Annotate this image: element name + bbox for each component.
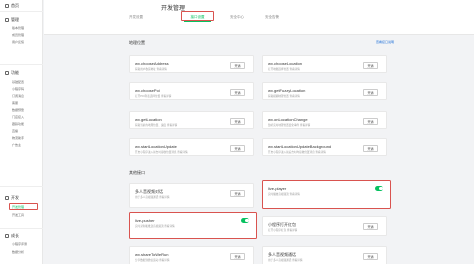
sidebar-section-label: 管理 xyxy=(11,17,19,22)
api-card: wx.getLocation 获取当前的地理位置、速度 查看详情 开通 xyxy=(129,111,254,129)
manage-icon xyxy=(5,18,9,22)
location-doc-link[interactable]: 查看接口说明 xyxy=(376,40,394,44)
api-desc: 打开小程序红包 查看详情 xyxy=(268,229,298,232)
api-desc: 分享数据到微信运动 查看详情 xyxy=(135,259,170,262)
sidebar-section-label: 功能 xyxy=(11,70,19,75)
api-card-live-pusher: live-pusher 实时录制和推送音视频流 查看详情 xyxy=(129,212,257,239)
active-tab-highlight xyxy=(181,11,214,21)
tab-security-alert[interactable]: 安全告警 xyxy=(259,14,285,20)
api-name: wx.chooseLocation xyxy=(268,61,303,66)
api-desc: 实时播放音视频流 查看详情 xyxy=(268,193,300,196)
api-card: wx.getFuzzyLocation 获取模糊地理位置 查看详情 开通 xyxy=(262,82,387,100)
api-name: wx.chooseAddress xyxy=(135,61,169,66)
sidebar-item-live[interactable]: 直播 xyxy=(12,129,18,133)
sidebar-section-manage[interactable]: 管理 xyxy=(5,17,19,23)
api-name: wx.onLocationChange xyxy=(268,117,308,122)
features-icon xyxy=(5,71,9,75)
api-desc: 开启小程序进入前后台时均接收位置消息 查看详情 xyxy=(268,151,326,154)
location-section-title: 地理位置 xyxy=(129,40,145,45)
sidebar-item-store[interactable]: 门店接入 xyxy=(12,115,24,119)
sidebar-section-growth[interactable]: 成长 xyxy=(5,233,19,239)
tab-security-center[interactable]: 安全中心 xyxy=(224,14,250,20)
other-section-title: 其他接口 xyxy=(129,170,145,175)
enable-button[interactable]: 开通 xyxy=(230,118,245,125)
api-name: wx.getFuzzyLocation xyxy=(268,88,306,93)
api-card: wx.chooseAddress 获取用户收货地址 查看详情 开通 xyxy=(129,55,254,73)
sidebar-section-dev[interactable]: 开发 xyxy=(5,195,19,201)
enable-button[interactable]: 开通 xyxy=(363,145,378,152)
api-name: wx.startLocationUpdateBackground xyxy=(268,144,332,149)
enable-button[interactable]: 开通 xyxy=(230,62,245,69)
sidebar-item-logistics[interactable]: 物流助手 xyxy=(12,136,24,140)
api-desc: 用于多人音视频通话 查看详情 xyxy=(135,196,170,199)
sidebar-item-service[interactable]: 客服 xyxy=(12,101,18,105)
api-desc: 打开POI列表选择位置 查看详情 xyxy=(135,95,172,98)
divider xyxy=(0,228,43,229)
enable-button[interactable]: 开通 xyxy=(230,253,245,260)
sidebar-item-feedback[interactable]: 用户反馈 xyxy=(12,40,24,44)
sidebar-item-version[interactable]: 版本管理 xyxy=(12,26,24,30)
home-icon xyxy=(5,4,9,8)
sidebar-item-dev-tools[interactable]: 开发工具 xyxy=(12,213,24,217)
active-tab-underline xyxy=(184,21,211,22)
api-card: wx.onLocationChange 监听实时地理位置变化事件 查看详情 开通 xyxy=(262,111,387,129)
sidebar-home[interactable]: 首页 xyxy=(5,3,19,9)
api-desc: 监听实时地理位置变化事件 查看详情 xyxy=(268,124,311,127)
divider xyxy=(0,64,43,65)
api-card: 多人音视频通话 用于多人音视频通话 查看详情 开通 xyxy=(262,246,387,264)
api-desc: 用于多人音视频通话 查看详情 xyxy=(268,259,303,262)
api-desc: 实时录制和推送音视频流 查看详情 xyxy=(135,225,175,228)
sidebar-item-ads[interactable]: 广告主 xyxy=(12,143,21,147)
sidebar-item-qrcode[interactable]: 小程序码 xyxy=(12,87,24,91)
live-pusher-toggle[interactable] xyxy=(241,218,249,223)
enable-button[interactable]: 开通 xyxy=(363,223,378,230)
active-item-highlight xyxy=(9,203,38,210)
dev-icon xyxy=(5,196,9,200)
sidebar-item-members[interactable]: 成员管理 xyxy=(12,33,24,37)
api-card: 多人音视频对话 用于多人音视频通话 查看详情 开通 xyxy=(129,183,254,208)
enable-button[interactable]: 开通 xyxy=(363,62,378,69)
api-name: live-player xyxy=(268,186,287,191)
api-card: wx.shareToWeRun 分享数据到微信运动 查看详情 开通 xyxy=(129,246,254,264)
enable-button[interactable]: 开通 xyxy=(230,89,245,96)
enable-button[interactable]: 开通 xyxy=(230,145,245,152)
enable-button[interactable]: 开通 xyxy=(363,89,378,96)
sidebar-item-subscribe[interactable]: 订阅消息 xyxy=(12,94,24,98)
api-desc: 打开地图选择位置 查看详情 xyxy=(268,68,300,71)
api-name: wx.shareToWeRun xyxy=(135,252,169,257)
api-card: wx.startLocationUpdate 开启小程序进入前台时接收位置消息 … xyxy=(129,138,254,156)
growth-icon xyxy=(5,234,9,238)
api-card-live-player: live-player 实时播放音视频流 查看详情 xyxy=(262,180,391,209)
sidebar-item-track[interactable]: 跟踪功能 xyxy=(12,122,24,126)
sidebar-item-alert[interactable]: 数据预警 xyxy=(12,108,24,112)
live-player-toggle[interactable] xyxy=(375,186,383,191)
api-desc: 开启小程序进入前台时接收位置消息 查看详情 xyxy=(135,151,188,154)
enable-button[interactable]: 开通 xyxy=(363,253,378,260)
sidebar-item-basic[interactable]: 基础配置 xyxy=(12,80,24,84)
sidebar-section-features[interactable]: 功能 xyxy=(5,70,19,76)
api-name: wx.choosePoi xyxy=(135,88,160,93)
api-name: wx.startLocationUpdate xyxy=(135,144,177,149)
tab-dev-settings[interactable]: 开发设置 xyxy=(123,14,149,20)
divider xyxy=(0,186,43,187)
api-card: wx.choosePoi 打开POI列表选择位置 查看详情 开通 xyxy=(129,82,254,100)
api-desc: 获取当前的地理位置、速度 查看详情 xyxy=(135,124,178,127)
api-name: wx.getLocation xyxy=(135,117,162,122)
divider xyxy=(0,11,43,12)
sidebar-section-label: 成长 xyxy=(11,233,19,238)
api-desc: 获取用户收货地址 查看详情 xyxy=(135,68,167,71)
sidebar-section-label: 开发 xyxy=(11,195,19,200)
api-card: 小程序打开红包 打开小程序红包 查看详情 开通 xyxy=(262,216,387,236)
page-header: 开发管理 开发设置 接口设置 安全中心 安全告警 xyxy=(44,0,474,35)
api-card: wx.startLocationUpdateBackground 开启小程序进入… xyxy=(262,138,387,156)
api-desc: 获取模糊地理位置 查看详情 xyxy=(268,95,300,98)
sidebar-home-label: 首页 xyxy=(11,3,19,8)
enable-button[interactable]: 开通 xyxy=(230,190,245,197)
enable-button[interactable]: 开通 xyxy=(363,118,378,125)
api-card: wx.chooseLocation 打开地图选择位置 查看详情 开通 xyxy=(262,55,387,73)
sidebar-item-analytics[interactable]: 数据分析 xyxy=(12,250,24,254)
api-name: live-pusher xyxy=(135,218,155,223)
sidebar-item-review[interactable]: 小程序评测 xyxy=(12,242,27,246)
sidebar: 首页 管理 版本管理 成员管理 用户反馈 功能 基础配置 小程序码 订阅消息 客… xyxy=(0,0,43,264)
